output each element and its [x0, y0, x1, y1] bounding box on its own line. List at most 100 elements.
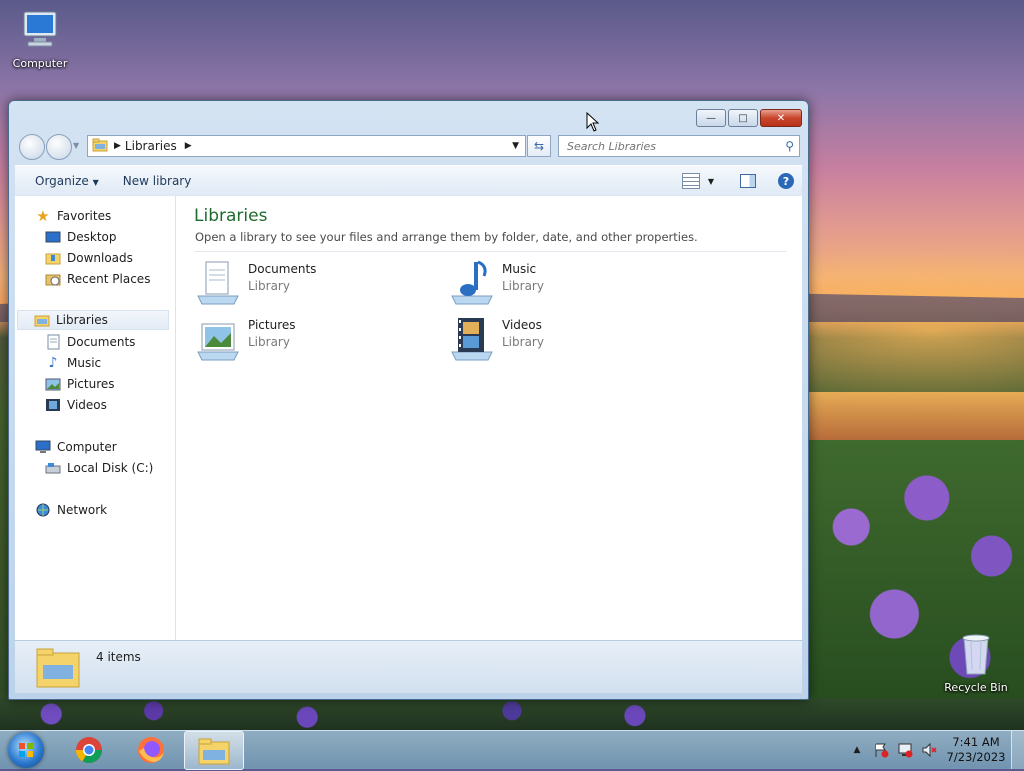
- details-pane: 4 items: [15, 640, 802, 693]
- videos-icon: [45, 397, 61, 413]
- library-pictures[interactable]: Pictures Library: [194, 314, 296, 362]
- explorer-icon: [198, 738, 230, 764]
- main-pane: Libraries Open a library to see your fil…: [176, 196, 802, 640]
- libraries-icon: [34, 312, 50, 328]
- refresh-button[interactable]: ⇆: [527, 135, 551, 157]
- nav-videos[interactable]: Videos: [45, 395, 107, 415]
- start-button[interactable]: [8, 732, 44, 768]
- firefox-icon: [138, 736, 164, 763]
- library-videos[interactable]: Videos Library: [448, 314, 544, 362]
- network-tray-icon[interactable]: [897, 742, 913, 758]
- computer-icon: [35, 439, 51, 455]
- navigation-bar: ▼ ▶ Libraries ▶ ▼ ⇆ ⚲: [15, 133, 800, 160]
- libraries-large-icon: [35, 645, 81, 692]
- computer-icon: [0, 8, 80, 55]
- nav-documents[interactable]: Documents: [45, 332, 135, 352]
- desktop-icon: [45, 229, 61, 245]
- library-name: Videos: [502, 318, 542, 332]
- clock-date: 7/23/2023: [946, 750, 1006, 764]
- nav-desktop[interactable]: Desktop: [45, 227, 117, 247]
- show-hidden-icons-icon[interactable]: ▲: [849, 742, 865, 758]
- music-library-icon: [448, 258, 496, 306]
- notification-area: ▲ 7:41 AM 7/23/2023: [845, 731, 1024, 769]
- library-kind: Library: [248, 335, 290, 349]
- wallpaper-bottom-flowers: [0, 698, 1024, 730]
- volume-muted-icon[interactable]: [921, 742, 937, 758]
- taskbar: ▲ 7:41 AM 7/23/2023: [0, 730, 1024, 770]
- page-title: Libraries: [194, 206, 268, 226]
- documents-library-icon: [194, 258, 242, 306]
- nav-recent-places[interactable]: Recent Places: [45, 269, 150, 289]
- clock-time: 7:41 AM: [952, 735, 1000, 749]
- desktop-icon-label: Computer: [12, 57, 68, 70]
- show-desktop-button[interactable]: [1011, 731, 1024, 769]
- nav-pictures[interactable]: Pictures: [45, 374, 115, 394]
- clock[interactable]: 7:41 AM 7/23/2023: [941, 735, 1011, 765]
- change-view-icon[interactable]: [681, 173, 700, 189]
- music-icon: ♪: [48, 355, 58, 371]
- breadcrumb-separator-icon: ▶: [114, 141, 121, 151]
- library-kind: Library: [248, 279, 290, 293]
- close-button[interactable]: ✕: [760, 109, 802, 127]
- search-icon[interactable]: ⚲: [785, 139, 794, 153]
- nav-network[interactable]: Network: [35, 500, 107, 520]
- nav-libraries[interactable]: Libraries: [17, 310, 169, 330]
- nav-computer[interactable]: Computer: [35, 437, 117, 457]
- library-kind: Library: [502, 335, 544, 349]
- library-documents[interactable]: Documents Library: [194, 258, 316, 306]
- mouse-cursor-icon: [586, 111, 600, 135]
- minimize-button[interactable]: —: [696, 109, 726, 127]
- maximize-button[interactable]: □: [728, 109, 758, 127]
- breadcrumb-chevron-icon[interactable]: ▶: [185, 141, 192, 151]
- desktop-icon-recycle-bin[interactable]: Recycle Bin: [936, 630, 1016, 694]
- help-icon[interactable]: ?: [778, 173, 794, 189]
- taskbar-explorer[interactable]: [184, 731, 244, 770]
- search-input[interactable]: [565, 138, 779, 154]
- taskbar-firefox[interactable]: [122, 731, 180, 768]
- desktop-icon-label: Recycle Bin: [944, 681, 1008, 694]
- network-icon: [35, 502, 51, 518]
- view-options-chevron-icon[interactable]: ▼: [708, 177, 714, 186]
- action-center-flag-icon[interactable]: [873, 742, 889, 758]
- recent-pages-chevron-icon[interactable]: ▼: [73, 141, 79, 150]
- new-library-button[interactable]: New library: [111, 174, 204, 188]
- search-box[interactable]: ⚲: [558, 135, 800, 157]
- forward-button[interactable]: [46, 134, 72, 160]
- library-name: Music: [502, 262, 537, 276]
- downloads-folder-icon: [45, 250, 61, 266]
- nav-favorites[interactable]: ★ Favorites: [35, 206, 111, 226]
- header-divider: [194, 251, 786, 252]
- window-content: ★ Favorites Desktop Downloads Recent Pla…: [15, 196, 802, 640]
- library-kind: Library: [502, 279, 544, 293]
- nav-music[interactable]: ♪ Music: [45, 353, 102, 373]
- nav-downloads[interactable]: Downloads: [45, 248, 133, 268]
- library-music[interactable]: Music Library: [448, 258, 544, 306]
- recycle-bin-icon: [936, 630, 1016, 679]
- organize-button[interactable]: Organize ▼: [15, 174, 111, 188]
- wallpaper-water: [808, 392, 1024, 442]
- local-disk-icon: [45, 460, 61, 476]
- pictures-library-icon: [194, 314, 242, 362]
- taskbar-chrome[interactable]: [60, 731, 118, 768]
- windows-logo-icon: [19, 743, 33, 757]
- nav-local-disk[interactable]: Local Disk (C:): [45, 458, 153, 478]
- explorer-window[interactable]: — □ ✕ ▼ ▶ Libraries ▶ ▼ ⇆ ⚲ Organize ▼ N…: [8, 100, 809, 700]
- preview-pane-icon[interactable]: [740, 174, 756, 188]
- command-bar: Organize ▼ New library ▼ ?: [15, 165, 802, 197]
- videos-library-icon: [448, 314, 496, 362]
- desktop-icon-computer[interactable]: Computer: [0, 8, 80, 70]
- libraries-folder-icon: [92, 138, 108, 155]
- item-count: 4 items: [96, 650, 141, 664]
- address-bar[interactable]: ▶ Libraries ▶ ▼: [87, 135, 526, 157]
- pictures-icon: [45, 376, 61, 392]
- library-name: Documents: [248, 262, 317, 276]
- refresh-icon: ⇆: [533, 139, 545, 153]
- caption-buttons: — □ ✕: [696, 109, 802, 127]
- page-subtitle: Open a library to see your files and arr…: [195, 230, 698, 244]
- address-dropdown-icon[interactable]: ▼: [512, 141, 519, 151]
- breadcrumb-libraries[interactable]: Libraries: [125, 139, 177, 153]
- star-icon: ★: [36, 207, 50, 225]
- documents-icon: [45, 334, 61, 350]
- back-button[interactable]: [19, 134, 45, 160]
- navigation-pane[interactable]: ★ Favorites Desktop Downloads Recent Pla…: [15, 196, 176, 640]
